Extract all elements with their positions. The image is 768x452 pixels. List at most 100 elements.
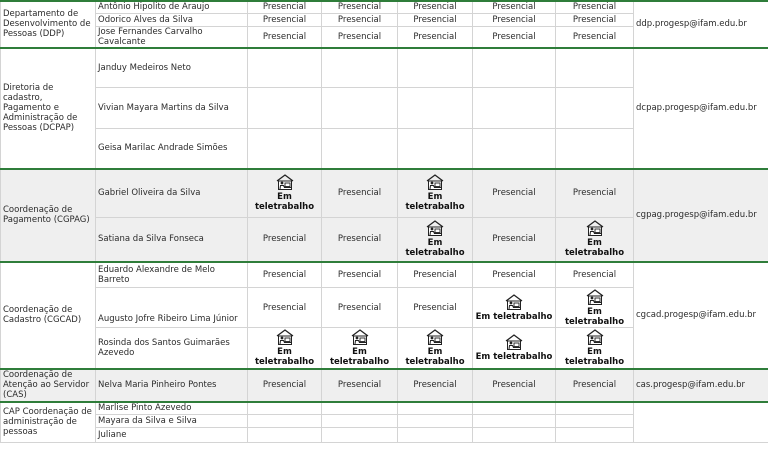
day-status-cell: Presencial <box>472 167 556 218</box>
work-schedule-table: Departamento de Desenvolvimento de Pesso… <box>0 0 768 443</box>
employee-name: Gabriel Oliveira da Silva <box>95 167 248 218</box>
day-status-cell: Em teletrabalho <box>555 327 634 369</box>
status-label: Em teletrabalho <box>475 351 553 362</box>
day-status-cell <box>555 128 634 169</box>
status-label: Em teletrabalho <box>475 311 553 322</box>
day-status-cell: Em teletrabalho <box>472 287 556 328</box>
day-status-cell <box>397 46 473 88</box>
day-status-cell: Em teletrabalho <box>247 167 322 218</box>
day-status-cell <box>555 427 634 443</box>
status-label: Presencial <box>492 14 536 25</box>
status-label: Presencial <box>492 234 536 245</box>
employee-name: Augusto Jofre Ribeiro Lima Júnior <box>95 287 248 328</box>
day-status-cell: Presencial <box>321 217 398 262</box>
day-status-cell: Presencial <box>247 0 322 14</box>
status-label: Presencial <box>262 31 307 42</box>
status-label: Presencial <box>262 2 307 13</box>
day-status-cell <box>321 400 398 415</box>
employee-name: Vivian Mayara Martins da Silva <box>95 87 248 129</box>
department-email[interactable] <box>633 400 768 443</box>
day-status-cell <box>321 87 398 129</box>
day-status-cell: Presencial <box>472 12 556 27</box>
day-status-cell: Presencial <box>555 367 634 402</box>
status-label: Presencial <box>337 188 382 199</box>
day-status-cell: Em teletrabalho <box>397 167 473 218</box>
table-row: Coordenação de Atenção ao Servidor (CAS)… <box>0 367 768 402</box>
department-email[interactable]: dcpap.progesp@ifam.edu.br <box>633 46 768 169</box>
teletrabalho-badge: Em teletrabalho <box>558 288 631 327</box>
person-at-computer-icon <box>504 333 524 351</box>
department-cell: Departamento de Desenvolvimento de Pesso… <box>0 0 96 48</box>
status-label: Presencial <box>262 269 307 280</box>
person-at-computer-icon <box>585 288 605 306</box>
day-status-cell: Presencial <box>472 25 556 48</box>
table-row: Departamento de Desenvolvimento de Pesso… <box>0 0 768 48</box>
day-status-cell <box>472 414 556 428</box>
status-label: Presencial <box>337 269 382 280</box>
department-email[interactable]: cgpag.progesp@ifam.edu.br <box>633 167 768 262</box>
status-label: Em teletrabalho <box>405 346 465 367</box>
person-at-computer-icon <box>585 328 605 346</box>
status-label: Presencial <box>572 188 617 199</box>
status-label: Em teletrabalho <box>405 192 465 213</box>
day-status-cell: Presencial <box>397 260 473 288</box>
day-status-cell <box>321 128 398 169</box>
day-status-cell: Presencial <box>472 260 556 288</box>
department-email[interactable]: cgcad.progesp@ifam.edu.br <box>633 260 768 369</box>
teletrabalho-badge: Em teletrabalho <box>475 293 553 322</box>
day-status-cell: Presencial <box>472 0 556 14</box>
day-status-cell: Presencial <box>397 0 473 14</box>
day-status-cell: Presencial <box>397 25 473 48</box>
teletrabalho-badge: Em teletrabalho <box>250 174 319 212</box>
day-status-cell <box>472 87 556 129</box>
day-status-cell <box>247 427 322 443</box>
day-status-cell <box>321 46 398 88</box>
teletrabalho-badge: Em teletrabalho <box>400 328 470 367</box>
day-status-cell: Presencial <box>555 0 634 14</box>
person-at-computer-icon <box>425 328 445 346</box>
department-cell: Coordenação de Pagamento (CGPAG) <box>0 167 96 262</box>
employee-name: Marlise Pinto Azevedo <box>95 400 248 415</box>
day-status-cell: Em teletrabalho <box>555 287 634 328</box>
day-status-cell: Presencial <box>555 12 634 27</box>
day-status-cell: Presencial <box>472 217 556 262</box>
status-label: Presencial <box>262 302 307 313</box>
department-cell: Coordenação de Atenção ao Servidor (CAS) <box>0 367 96 402</box>
day-status-cell <box>397 427 473 443</box>
status-label: Presencial <box>337 31 382 42</box>
day-status-cell <box>321 414 398 428</box>
department-cell: Coordenação de Cadastro (CGCAD) <box>0 260 96 369</box>
status-label: Presencial <box>572 380 617 390</box>
day-status-cell: Presencial <box>555 167 634 218</box>
day-status-cell <box>472 46 556 88</box>
day-status-cell <box>555 400 634 415</box>
status-label: Presencial <box>492 2 536 13</box>
person-at-computer-icon <box>425 220 445 237</box>
status-label: Presencial <box>413 380 457 390</box>
employee-name: Jose Fernandes Carvalho Cavalcante <box>95 25 248 48</box>
department-cell: CAP Coordenação de administração de pess… <box>0 400 96 443</box>
day-status-cell <box>397 400 473 415</box>
person-at-computer-icon <box>275 174 295 191</box>
schedule-body: Departamento de Desenvolvimento de Pesso… <box>0 0 768 443</box>
person-at-computer-icon <box>350 328 370 346</box>
day-status-cell <box>397 87 473 129</box>
status-label: Presencial <box>492 188 536 199</box>
day-status-cell: Em teletrabalho <box>555 217 634 262</box>
status-label: Presencial <box>413 31 457 42</box>
status-label: Presencial <box>572 14 617 25</box>
person-at-computer-icon <box>504 293 524 311</box>
employee-name: Geisa Marilac Andrade Simões <box>95 128 248 169</box>
employee-name: Nelva Maria Pinheiro Pontes <box>95 367 248 402</box>
day-status-cell: Em teletrabalho <box>247 327 322 369</box>
day-status-cell: Presencial <box>321 25 398 48</box>
status-label: Em teletrabalho <box>564 238 625 259</box>
day-status-cell <box>555 46 634 88</box>
status-label: Em teletrabalho <box>254 346 315 367</box>
department-email[interactable]: ddp.progesp@ifam.edu.br <box>633 0 768 48</box>
status-label: Presencial <box>413 2 457 13</box>
day-status-cell: Presencial <box>321 287 398 328</box>
status-label: Presencial <box>492 31 536 42</box>
department-email[interactable]: cas.progesp@ifam.edu.br <box>633 367 768 402</box>
table-row: Coordenação de Pagamento (CGPAG) Gabriel … <box>0 167 768 262</box>
